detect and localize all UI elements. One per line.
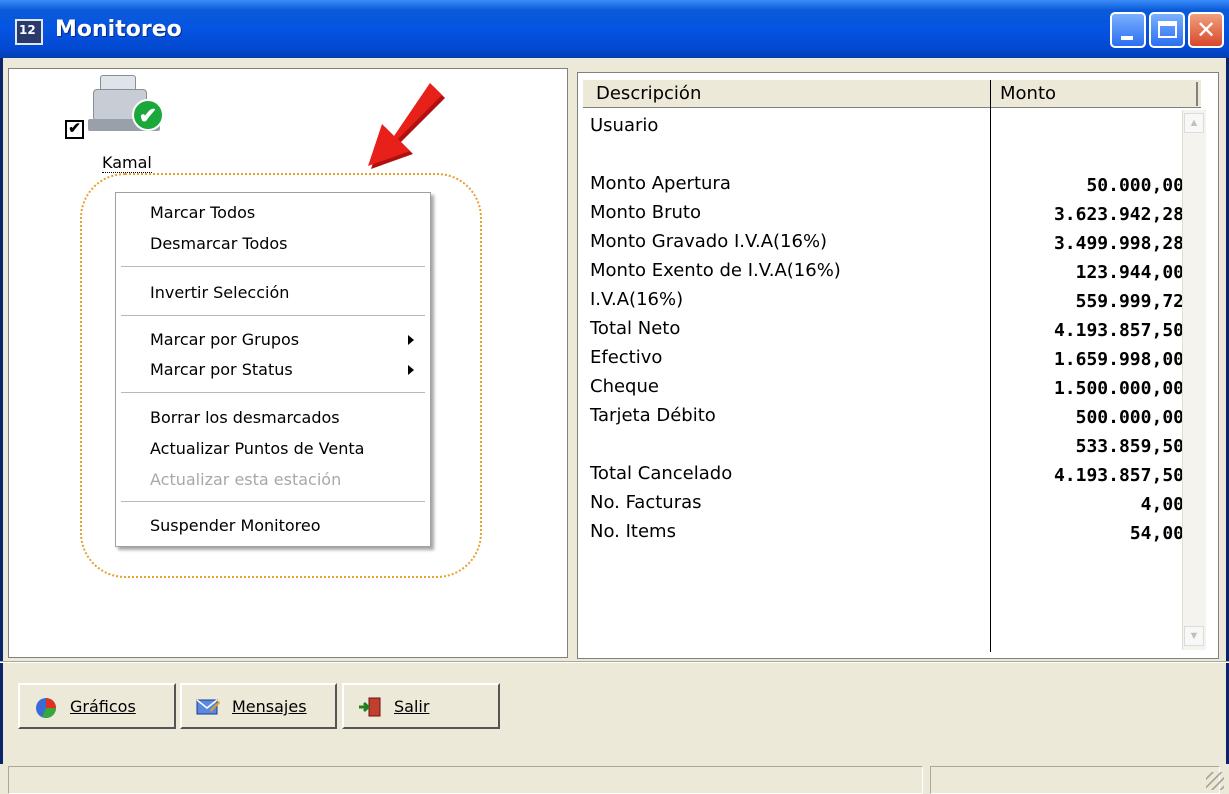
row-value: 559.999,72 — [1075, 291, 1184, 312]
row-desc: Usuario — [590, 115, 659, 136]
monitor-app-icon[interactable]: 12 — [15, 19, 43, 45]
mensajes-label: Mensajes — [232, 697, 307, 716]
status-pane — [8, 766, 923, 794]
check-status-icon: ✔ — [132, 99, 164, 131]
menu-separator — [121, 266, 425, 267]
row-desc: Efectivo — [590, 347, 663, 368]
context-menu: Marcar Todos Desmarcar Todos Invertir Se… — [115, 192, 431, 547]
salir-button[interactable]: Salir — [342, 683, 500, 729]
mensajes-button[interactable]: Mensajes — [180, 683, 337, 729]
menu-item-actualizar-estacion: Actualizar esta estación — [150, 470, 342, 489]
message-icon — [196, 699, 220, 715]
row-desc: I.V.A(16%) — [590, 289, 684, 310]
cash-register-icon[interactable]: ✔ — [88, 75, 168, 135]
maximize-button[interactable] — [1149, 12, 1185, 48]
row-value: 500.000,00 — [1075, 407, 1184, 428]
menu-item-marcar-por-status[interactable]: Marcar por Status — [150, 360, 293, 379]
menu-item-desmarcar-todos[interactable]: Desmarcar Todos — [150, 234, 288, 253]
menu-item-suspender-monitoreo[interactable]: Suspender Monitoreo — [150, 516, 321, 535]
graficos-button[interactable]: Gráficos — [18, 683, 176, 729]
row-value: 1.659.998,00 — [1053, 349, 1184, 370]
column-divider[interactable] — [1196, 82, 1198, 106]
submenu-arrow-icon — [408, 365, 414, 375]
station-label[interactable]: Kamal — [102, 153, 152, 173]
menu-item-marcar-todos[interactable]: Marcar Todos — [150, 203, 255, 222]
row-desc: Monto Apertura — [590, 173, 731, 194]
row-value: 4,00 — [1140, 494, 1184, 515]
row-desc: Total Cancelado — [590, 463, 733, 484]
exit-icon — [359, 697, 381, 717]
menu-separator — [121, 315, 425, 316]
minimize-icon — [1121, 36, 1133, 40]
row-value: 4.193.857,50 — [1053, 465, 1184, 486]
row-desc: Cheque — [590, 376, 659, 397]
row-desc: Monto Gravado I.V.A(16%) — [590, 231, 828, 252]
toolbar-separator — [0, 661, 1229, 663]
menu-item-actualizar-puntos-venta[interactable]: Actualizar Puntos de Venta — [150, 439, 364, 458]
column-header-descripcion[interactable]: Descripción — [596, 83, 701, 104]
row-value: 3.623.942,28 — [1053, 204, 1184, 225]
resize-grip-icon[interactable] — [1206, 772, 1224, 790]
row-value: 50.000,00 — [1086, 175, 1184, 196]
scroll-up-icon[interactable]: ▲ — [1184, 113, 1204, 133]
row-value: 3.499.998,28 — [1053, 233, 1184, 254]
minimize-button[interactable] — [1110, 12, 1146, 48]
title-bar[interactable]: 12 Monitoreo ✕ — [0, 0, 1229, 58]
close-button[interactable]: ✕ — [1188, 12, 1224, 48]
menu-separator — [121, 392, 425, 393]
row-desc: No. Facturas — [590, 492, 702, 513]
submenu-arrow-icon — [408, 335, 414, 345]
row-value: 1.500.000,00 — [1053, 378, 1184, 399]
close-icon: ✕ — [1196, 16, 1217, 44]
row-desc: Tarjeta Débito — [590, 405, 716, 426]
row-desc: Total Neto — [590, 318, 681, 339]
scroll-down-icon[interactable]: ▼ — [1184, 626, 1204, 646]
chart-icon — [36, 698, 56, 718]
row-value: 54,00 — [1129, 523, 1184, 544]
menu-item-invertir-seleccion[interactable]: Invertir Selección — [150, 283, 289, 302]
maximize-icon — [1158, 21, 1177, 38]
row-desc: Monto Exento de I.V.A(16%) — [590, 260, 841, 281]
column-divider[interactable] — [990, 80, 991, 652]
column-header-monto[interactable]: Monto — [1000, 83, 1056, 104]
station-checkbox[interactable]: ✔ — [65, 120, 84, 139]
menu-item-marcar-por-grupos[interactable]: Marcar por Grupos — [150, 330, 299, 349]
vertical-scrollbar[interactable] — [1182, 110, 1206, 650]
row-value: 4.193.857,50 — [1053, 320, 1184, 341]
row-desc: No. Items — [590, 521, 676, 542]
row-value: 123.944,00 — [1075, 262, 1184, 283]
window-title: Monitoreo — [55, 17, 182, 42]
row-value: 533.859,50 — [1075, 436, 1184, 457]
red-arrow-icon — [368, 83, 445, 169]
graficos-label: Gráficos — [70, 697, 136, 716]
menu-item-borrar-desmarcados[interactable]: Borrar los desmarcados — [150, 408, 340, 427]
row-desc: Monto Bruto — [590, 202, 701, 223]
status-pane — [930, 766, 1220, 794]
menu-separator — [121, 501, 425, 502]
salir-label: Salir — [394, 697, 430, 716]
